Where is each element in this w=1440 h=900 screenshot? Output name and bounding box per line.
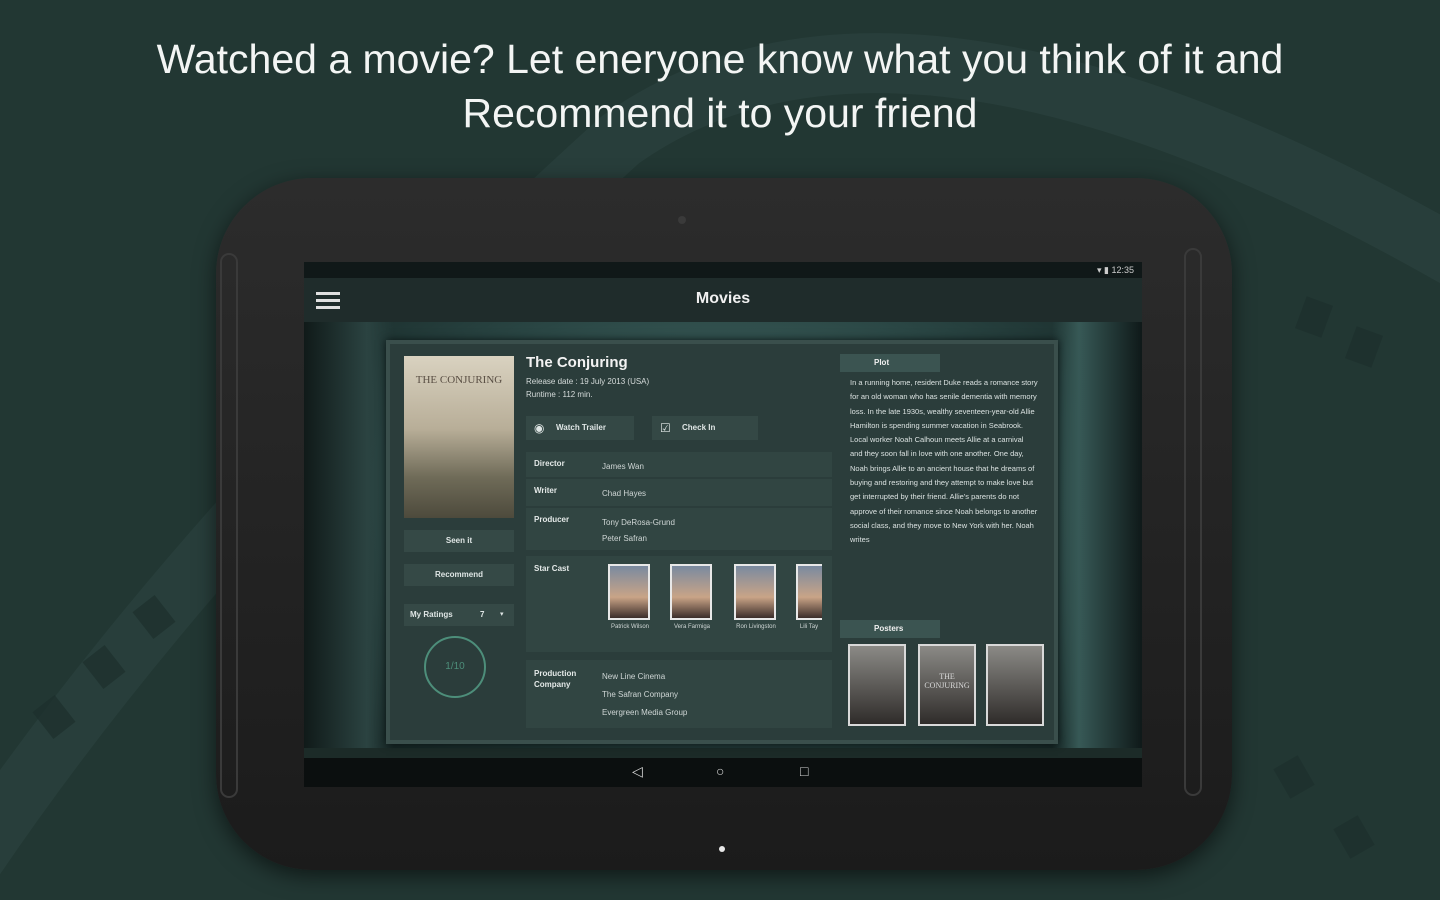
status-time: 12:35 xyxy=(1111,265,1134,275)
promo-headline: Watched a movie? Let eneryone know what … xyxy=(0,32,1440,140)
producer-line-1: Tony DeRosa-Grund xyxy=(602,518,675,527)
poster-thumbnail-title: THE CONJURING xyxy=(924,672,970,690)
release-date: Release date : 19 July 2013 (USA) xyxy=(526,377,650,386)
seen-it-button[interactable]: Seen it xyxy=(404,530,514,552)
writer-value: Chad Hayes xyxy=(602,489,647,498)
poster-title: THE CONJURING xyxy=(415,374,503,386)
recommend-button[interactable]: Recommend xyxy=(404,564,514,586)
check-in-label: Check In xyxy=(682,423,716,432)
headline-line-1: Watched a movie? Let eneryone know what … xyxy=(156,36,1284,82)
poster-thumbnail[interactable] xyxy=(986,644,1044,726)
front-camera xyxy=(678,216,686,224)
watch-trailer-label: Watch Trailer xyxy=(556,423,606,432)
cast-member[interactable]: Lili Tay xyxy=(796,564,822,632)
cast-name: Patrick Wilson xyxy=(610,624,649,630)
checkbox-icon: ☑ xyxy=(660,421,671,435)
writer-label: Writer xyxy=(534,486,557,495)
director-value: James Wan xyxy=(602,462,644,471)
director-row: Director James Wan xyxy=(526,452,832,479)
producer-row: Producer Tony DeRosa-Grund Peter Safran xyxy=(526,508,832,552)
movie-info-column: The Conjuring Release date : 19 July 201… xyxy=(526,354,832,740)
rating-seal: 1/10 xyxy=(424,636,486,698)
cast-name: Vera Farmiga xyxy=(673,624,710,630)
cast-photo xyxy=(796,564,822,620)
star-cast-label: Star Cast xyxy=(534,564,570,573)
director-label: Director xyxy=(534,459,565,468)
posters-gallery: THE CONJURING xyxy=(840,644,1048,730)
cast-name: Ron Livingston xyxy=(736,624,776,630)
status-bar: ▾ ▮ 12:35 xyxy=(304,262,1142,278)
movie-poster[interactable]: THE CONJURING xyxy=(404,356,514,518)
plot-tab[interactable]: Plot xyxy=(840,354,940,372)
tablet-screen: ▾ ▮ 12:35 Movies THE CONJURING Seen it R… xyxy=(304,262,1142,787)
app-toolbar: Movies xyxy=(304,278,1142,322)
plot-text: In a running home, resident Duke reads a… xyxy=(850,378,1038,545)
cast-photo xyxy=(734,564,776,620)
cast-photo xyxy=(608,564,650,620)
back-icon[interactable]: ◁ xyxy=(632,763,643,780)
home-indicator-dot xyxy=(719,846,725,852)
runtime: Runtime : 112 min. xyxy=(526,390,593,399)
production-company-line: New Line Cinema xyxy=(602,672,666,681)
producer-value: Tony DeRosa-Grund Peter Safran xyxy=(602,515,675,547)
tablet-right-edge xyxy=(1184,248,1202,796)
my-ratings-select[interactable]: My Ratings 7 ▾ xyxy=(404,604,514,626)
plot-and-posters-column: Plot In a running home, resident Duke re… xyxy=(840,354,1048,740)
cast-name: Lili Tay xyxy=(799,624,819,630)
my-ratings-label: My Ratings xyxy=(410,610,453,619)
movie-detail-card: THE CONJURING Seen it Recommend My Ratin… xyxy=(386,340,1058,744)
movie-detail-content: THE CONJURING Seen it Recommend My Ratin… xyxy=(304,322,1142,748)
background-artwork-left xyxy=(304,322,394,748)
wifi-icon: ▾ xyxy=(1096,265,1102,275)
cast-photo xyxy=(670,564,712,620)
cast-member[interactable]: Patrick Wilson xyxy=(608,564,652,632)
posters-tab[interactable]: Posters xyxy=(840,620,940,638)
production-company-row: Production Company New Line Cinema The S… xyxy=(526,660,832,728)
producer-label: Producer xyxy=(534,515,570,524)
chevron-down-icon: ▾ xyxy=(500,611,504,618)
production-company-value: New Line Cinema The Safran Company Everg… xyxy=(602,668,687,722)
my-ratings-value: 7 xyxy=(480,610,485,619)
cast-member[interactable]: Ron Livingston xyxy=(734,564,778,632)
production-company-line: The Safran Company xyxy=(602,690,679,699)
recents-icon[interactable]: □ xyxy=(800,763,808,779)
credits-table: Director James Wan Writer Chad Hayes Pro… xyxy=(526,452,832,552)
page-title: Movies xyxy=(695,290,751,307)
watch-trailer-button[interactable]: ◉ Watch Trailer xyxy=(526,416,634,440)
tablet-left-edge xyxy=(220,253,238,798)
cast-member[interactable]: Vera Farmiga xyxy=(670,564,714,632)
writer-row: Writer Chad Hayes xyxy=(526,479,832,508)
system-navigation-bar: ◁ ○ □ xyxy=(304,758,1142,787)
eye-icon: ◉ xyxy=(534,421,545,435)
movie-title: The Conjuring xyxy=(526,354,628,371)
check-in-button[interactable]: ☑ Check In xyxy=(652,416,758,440)
home-icon[interactable]: ○ xyxy=(716,763,724,779)
producer-line-2: Peter Safran xyxy=(602,534,647,543)
poster-thumbnail[interactable]: THE CONJURING xyxy=(918,644,976,726)
battery-icon: ▮ xyxy=(1104,265,1109,275)
production-company-label: Production Company xyxy=(534,669,577,689)
background-artwork-right xyxy=(1052,322,1142,748)
headline-line-2: Recommend it to your friend xyxy=(462,90,978,136)
star-cast-row: Star Cast Patrick Wilson Vera Farmiga Ro… xyxy=(526,556,832,652)
poster-thumbnail[interactable] xyxy=(848,644,906,726)
production-company-line: Evergreen Media Group xyxy=(602,708,688,717)
